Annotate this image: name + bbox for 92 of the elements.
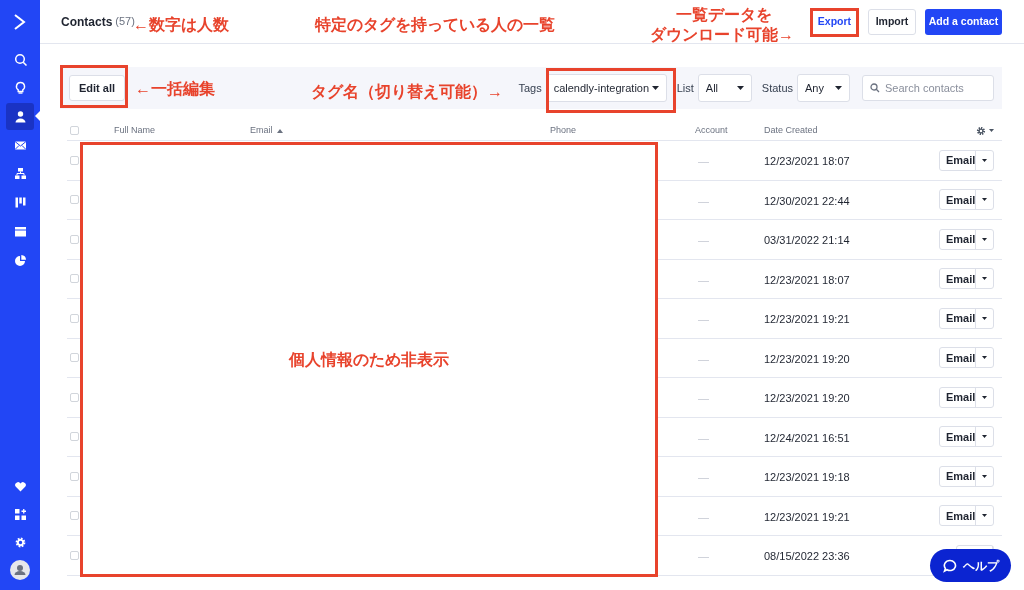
caret-icon (982, 237, 987, 241)
caret-icon (736, 86, 744, 90)
row-checkbox[interactable] (70, 392, 79, 402)
column-header[interactable]: Full Name (114, 123, 155, 138)
table-cell-text: — (697, 510, 709, 523)
table-cell: 12/23/2021 19:18 (764, 471, 850, 484)
caret-icon (982, 395, 987, 399)
help-button[interactable]: ヘルプ (930, 549, 1011, 582)
search-field[interactable]: Search contacts (862, 75, 994, 101)
annotation-text: 特定のタグを持っている人の一覧 (315, 15, 555, 35)
envelope-icon (13, 138, 27, 152)
table-cell-text: — (697, 471, 709, 484)
table-cell-text: — (697, 273, 709, 286)
search-icon (13, 52, 27, 66)
search-icon (870, 83, 880, 93)
settings-icon (13, 535, 27, 549)
caret-icon (982, 198, 987, 202)
active-indicator (35, 111, 40, 122)
table-cell: 12/23/2021 18:07 (764, 273, 850, 286)
annotation-text: タグ名（切り替え可能）→ (311, 82, 503, 102)
redaction-label: 個人情報のため非表示 (289, 349, 449, 370)
lightbulb-icon (13, 81, 27, 95)
filter-dropdown[interactable]: All (697, 74, 752, 102)
table-cell-text: — (697, 392, 709, 405)
caret-icon (982, 158, 987, 162)
select-all-checkbox[interactable] (70, 126, 79, 135)
column-header[interactable]: Phone (550, 123, 577, 138)
table-cell-text: — (697, 431, 709, 444)
header-button[interactable]: Import (868, 8, 916, 35)
table-cell-text: — (697, 194, 709, 207)
sidebar-item[interactable] (6, 103, 34, 131)
row-checkbox[interactable] (70, 155, 79, 165)
table-cell-text: — (697, 352, 709, 365)
browser-window-icon (13, 224, 27, 238)
filter-label: List (676, 80, 694, 96)
row-checkbox[interactable] (70, 234, 79, 244)
row-checkbox[interactable] (70, 471, 79, 481)
highlight-box (60, 65, 128, 108)
primary-button[interactable]: Add a contact (925, 8, 1002, 35)
table-cell-text: — (697, 313, 709, 326)
table-cell-text: — (697, 234, 709, 247)
row-checkbox[interactable] (70, 353, 79, 363)
table-cell: 12/23/2021 19:20 (764, 352, 850, 365)
caret-icon (982, 514, 987, 518)
avatar-icon (10, 560, 30, 580)
caret-icon (982, 474, 987, 478)
row-checkbox[interactable] (70, 432, 79, 442)
page-title: Contacts (61, 13, 113, 31)
table-cell: 12/30/2021 22:44 (764, 194, 850, 207)
contact-count: (57) (115, 14, 135, 30)
person-icon (13, 110, 27, 124)
column-header[interactable]: Email (250, 123, 273, 138)
table-cell: 03/31/2022 21:14 (764, 234, 850, 247)
pie-chart-icon (13, 253, 27, 267)
table-cell: 12/23/2021 19:20 (764, 392, 850, 405)
filter-label: Status (761, 80, 793, 96)
add-widget-icon (13, 507, 27, 521)
row-checkbox[interactable] (70, 313, 79, 323)
annotation-text: 一覧データを (676, 5, 772, 25)
table-cell-text: — (697, 550, 709, 563)
caret-icon (982, 356, 987, 360)
caret-icon (982, 435, 987, 439)
table-cell: 12/23/2021 19:21 (764, 510, 850, 523)
caret-icon (982, 277, 987, 281)
annotation-text: ダウンロード可能→ (650, 25, 794, 45)
filter-dropdown[interactable]: Any (797, 74, 850, 102)
row-checkbox[interactable] (70, 550, 79, 560)
annotation-text: ←一括編集 (135, 79, 215, 99)
table-cell-text: — (697, 155, 709, 168)
table-cell: 12/23/2021 18:07 (764, 155, 850, 168)
row-checkbox[interactable] (70, 274, 79, 284)
edit-all-button[interactable]: Edit all (69, 75, 126, 101)
row-checkbox[interactable] (70, 195, 79, 205)
table-cell: 12/23/2021 19:21 (764, 313, 850, 326)
column-header[interactable]: Account (695, 123, 728, 138)
annotation-text: ←数字は人数 (133, 15, 229, 35)
chat-bubble-icon (942, 558, 957, 573)
table-cell: 08/15/2022 23:36 (764, 550, 850, 563)
kanban-icon (13, 196, 27, 210)
table-cell: 12/24/2021 16:51 (764, 431, 850, 444)
row-checkbox[interactable] (70, 511, 79, 521)
caret-icon (835, 86, 842, 90)
link-button[interactable]: Export (810, 8, 859, 35)
sitemap-icon (13, 167, 27, 181)
settings-icon[interactable] (976, 125, 986, 136)
highlight-box (810, 8, 859, 37)
caret-icon (651, 86, 659, 90)
filter-label: Tags (518, 80, 542, 96)
caret-icon[interactable] (989, 129, 994, 132)
caret-icon (982, 316, 987, 320)
column-header[interactable]: Date Created (764, 123, 818, 138)
heart-icon (13, 479, 27, 493)
